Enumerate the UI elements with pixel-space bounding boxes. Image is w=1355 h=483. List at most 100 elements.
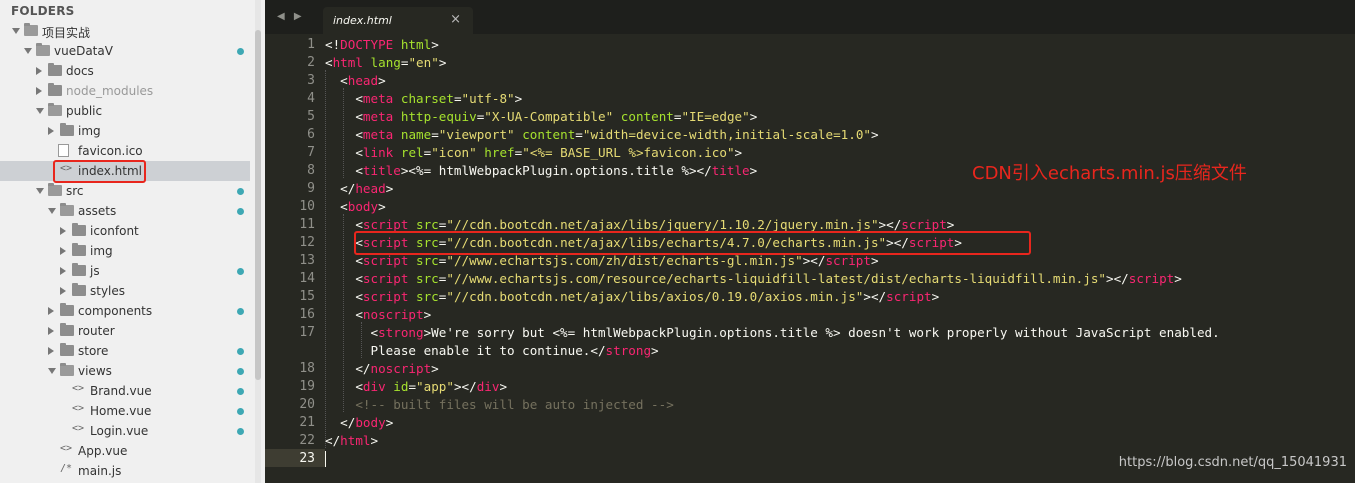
modified-dot-icon (237, 48, 244, 55)
modified-dot-icon (237, 408, 244, 415)
line-number: 1 (307, 37, 315, 52)
folder-icon (48, 103, 62, 116)
code-line-9: </head> (325, 181, 394, 196)
chevron-right-icon[interactable] (48, 307, 54, 315)
tree-item[interactable]: store (0, 341, 250, 361)
folder-icon (48, 83, 62, 96)
chevron-down-icon[interactable] (36, 108, 44, 114)
tree-item-label: Home.vue (90, 404, 152, 418)
chevron-right-icon[interactable] (48, 127, 54, 135)
highlight-box-index-html (53, 160, 146, 183)
code-line-10: <body> (325, 199, 386, 214)
text-cursor (325, 451, 326, 467)
tree-item[interactable]: img (0, 241, 250, 261)
tree-item-label: Login.vue (90, 424, 149, 438)
chevron-right-icon[interactable] (60, 247, 66, 255)
line-number: 4 (307, 91, 315, 106)
line-number: 21 (299, 415, 315, 430)
sidebar: FOLDERS 项目实战 vueDataV docs node_modules publ… (0, 0, 265, 483)
code-area[interactable]: <!DOCTYPE html> <html lang="en"> <head> … (325, 34, 1355, 483)
code-editor[interactable]: 1 2 3 4 5 6 7 8 9 10 11 12 13 14 15 16 17 18 19 20 21 22 23 <!… (265, 34, 1355, 483)
code-line-2: <html lang="en"> (325, 55, 447, 70)
line-number-gutter: 1 2 3 4 5 6 7 8 9 10 11 12 13 14 15 16 17 18 19 20 21 22 23 (265, 34, 315, 483)
code-line-5: <meta http-equiv="X-UA-Compatible" conte… (325, 109, 758, 124)
tree-item[interactable]: assets (0, 201, 250, 221)
chevron-right-icon[interactable] (48, 327, 54, 335)
tree-item-label: store (78, 344, 109, 358)
folder-icon (72, 263, 86, 276)
line-number: 16 (299, 307, 315, 322)
tree-item[interactable]: <> Home.vue (0, 401, 250, 421)
code-line-14: <script src="//www.echartsjs.com/resourc… (325, 271, 1182, 286)
chevron-down-icon[interactable] (48, 368, 56, 374)
code-line-17-wrap: Please enable it to continue.</strong> (325, 343, 659, 358)
script-file-icon: /* (59, 463, 73, 474)
chevron-right-icon[interactable] (60, 227, 66, 235)
chevron-down-icon[interactable] (36, 188, 44, 194)
code-file-icon: <> (71, 383, 85, 394)
chevron-down-icon[interactable] (24, 48, 32, 54)
tree-item[interactable]: views (0, 361, 250, 381)
sidebar-scrollbar-thumb[interactable] (255, 30, 261, 380)
tree-item[interactable]: favicon.ico (0, 141, 250, 161)
tree-item[interactable]: img (0, 121, 250, 141)
tree-item[interactable]: docs (0, 61, 250, 81)
line-number: 9 (307, 181, 315, 196)
image-file-icon (58, 144, 69, 157)
tree-item-label: img (78, 124, 101, 138)
modified-dot-icon (237, 428, 244, 435)
close-icon[interactable]: × (450, 12, 461, 27)
chevron-down-icon[interactable] (48, 208, 56, 214)
code-line-6: <meta name="viewport" content="width=dev… (325, 127, 879, 142)
tree-item-label: src (66, 184, 84, 198)
tree-item-label: App.vue (78, 444, 128, 458)
tree-item[interactable]: router (0, 321, 250, 341)
tree-item[interactable]: <> Brand.vue (0, 381, 250, 401)
tree-item[interactable]: iconfont (0, 221, 250, 241)
sidebar-scrollbar[interactable] (255, 0, 261, 483)
tree-item[interactable]: js (0, 261, 250, 281)
tree-item[interactable]: node_modules (0, 81, 250, 101)
chevron-right-icon[interactable] (60, 267, 66, 275)
tree-item-label: views (78, 364, 112, 378)
tree-item-label: 项目实战 (42, 26, 91, 40)
code-line-3: <head> (325, 73, 386, 88)
tree-item-label: components (78, 304, 153, 318)
tree-item[interactable]: <> App.vue (0, 441, 250, 461)
line-number: 7 (307, 145, 315, 160)
tree-item-label: Brand.vue (90, 384, 152, 398)
tree-item-label: favicon.ico (78, 144, 143, 158)
chevron-right-icon[interactable] (36, 87, 42, 95)
folder-icon (72, 283, 86, 296)
chevron-right-icon[interactable] (36, 67, 42, 75)
tree-item[interactable]: <> Login.vue (0, 421, 250, 441)
chevron-right-icon[interactable] (48, 347, 54, 355)
modified-dot-icon (237, 368, 244, 375)
tree-item[interactable]: public (0, 101, 250, 121)
tree-item[interactable]: /* main.js (0, 461, 250, 481)
line-number: 20 (299, 397, 315, 412)
line-number: 23 (299, 451, 315, 466)
folder-icon (60, 303, 74, 316)
tab-nav-arrows[interactable]: ◀ ▶ (277, 11, 305, 22)
tree-item-label: assets (78, 204, 117, 218)
tab-index-html[interactable]: index.html × (323, 7, 473, 34)
folder-icon (48, 63, 62, 76)
tree-item[interactable]: components (0, 301, 250, 321)
folder-icon (60, 123, 74, 136)
tree-item[interactable]: 项目实战 (0, 21, 250, 41)
tree-item[interactable]: styles (0, 281, 250, 301)
line-number: 17 (299, 325, 315, 340)
line-number: 19 (299, 379, 315, 394)
code-line-17: <strong>We're sorry but <%= htmlWebpackP… (325, 325, 1220, 340)
tree-item[interactable]: vueDataV (0, 41, 250, 61)
line-number: 6 (307, 127, 315, 142)
tree-item[interactable]: src (0, 181, 250, 201)
line-number: 10 (299, 199, 315, 214)
tree-item-label: main.js (78, 464, 122, 478)
chevron-right-icon[interactable] (60, 287, 66, 295)
line-number: 3 (307, 73, 315, 88)
tree-item-label: public (66, 104, 103, 118)
tree-item-label: router (78, 324, 115, 338)
chevron-down-icon[interactable] (12, 28, 20, 34)
